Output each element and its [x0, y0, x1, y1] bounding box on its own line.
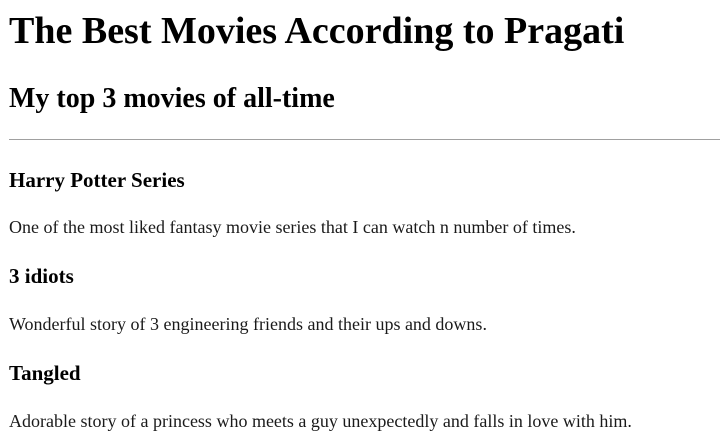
movie-description-3-idiots: Wonderful story of 3 engineering friends… — [9, 314, 487, 334]
page-body: The Best Movies According to Pragati My … — [0, 0, 720, 442]
movie-description-harry-potter: One of the most liked fantasy movie seri… — [9, 217, 576, 237]
movie-description-tangled: Adorable story of a princess who meets a… — [9, 411, 632, 431]
movie-title-3-idiots: 3 idiots — [9, 264, 74, 288]
page-subtitle: My top 3 movies of all-time — [9, 83, 335, 114]
movie-title-harry-potter: Harry Potter Series — [9, 168, 185, 192]
page-title: The Best Movies According to Pragati — [9, 10, 625, 52]
movie-title-tangled: Tangled — [9, 361, 81, 385]
section-divider — [9, 139, 720, 140]
